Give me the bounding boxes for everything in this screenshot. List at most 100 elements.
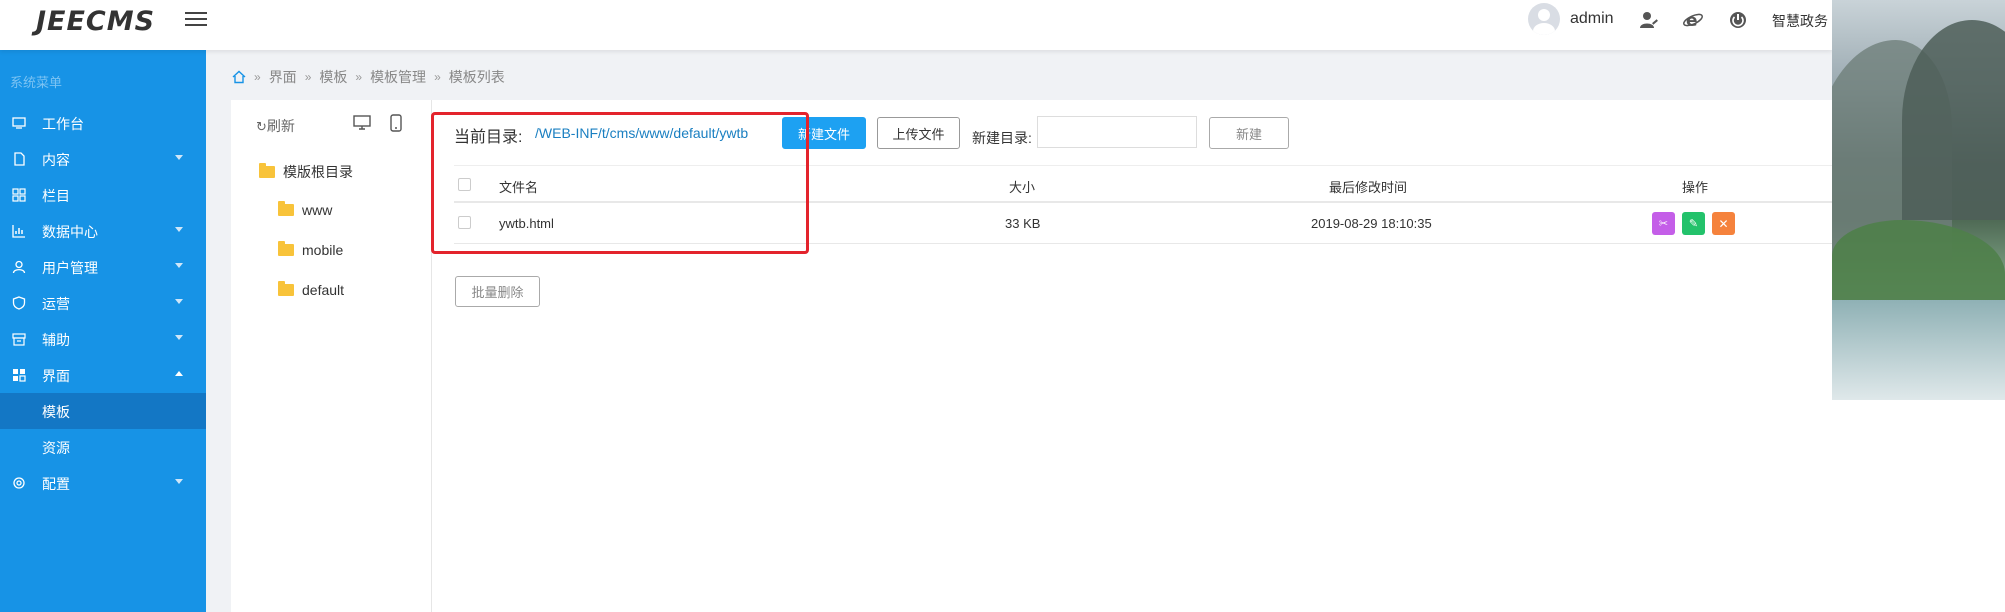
- breadcrumb-item[interactable]: 模板: [319, 67, 347, 87]
- monitor-icon: [12, 117, 26, 129]
- file-name[interactable]: ywtb.html: [499, 216, 554, 231]
- refresh-button[interactable]: ↻刷新: [256, 116, 295, 136]
- sidebar-item-label: 数据中心: [42, 224, 98, 240]
- tree-folder-label: www: [302, 202, 333, 218]
- sidebar-item-data-center[interactable]: 数据中心: [0, 213, 206, 249]
- column-header-name: 文件名: [499, 180, 539, 195]
- username[interactable]: admin: [1570, 10, 1614, 28]
- box-icon: [12, 333, 26, 346]
- table-header: 文件名 大小 最后修改时间 操作: [454, 165, 1832, 203]
- top-header: JEECMS admin e 智慧政务: [0, 0, 1832, 50]
- tree-root-label: 模版根目录: [283, 164, 353, 180]
- home-icon[interactable]: [232, 70, 246, 84]
- row-checkbox[interactable]: [458, 216, 471, 229]
- current-dir-path[interactable]: /WEB-INF/t/cms/www/default/ywtb: [535, 125, 748, 141]
- tree-folder-www[interactable]: www: [278, 201, 333, 218]
- desktop-view-icon[interactable]: [353, 115, 371, 131]
- chart-icon: [12, 225, 25, 238]
- sidebar-item-label: 运营: [42, 296, 70, 312]
- breadcrumb: » 界面 » 模板 » 模板管理 » 模板列表: [232, 67, 505, 87]
- breadcrumb-item[interactable]: 模板管理: [370, 67, 426, 87]
- svg-text:e: e: [1686, 11, 1698, 31]
- document-icon: [14, 152, 25, 166]
- shield-icon: [12, 296, 26, 310]
- sidebar-item-label: 内容: [42, 152, 70, 168]
- site-name[interactable]: 智慧政务: [1772, 11, 1828, 31]
- file-size: 33 KB: [1005, 216, 1041, 231]
- folder-icon: [278, 201, 294, 216]
- chevron-down-icon: [175, 263, 183, 268]
- create-dir-button[interactable]: 新建: [1209, 117, 1289, 149]
- sidebar-item-template[interactable]: 模板: [0, 393, 206, 429]
- grid-icon: [12, 188, 26, 202]
- chevron-up-icon: [175, 371, 183, 376]
- chevron-down-icon: [175, 335, 183, 340]
- user-icon: [12, 260, 26, 274]
- column-header-size: 大小: [1009, 180, 1036, 195]
- layout-icon: [13, 369, 26, 382]
- sidebar-title: 系统菜单: [10, 75, 63, 90]
- sidebar-item-label: 资源: [42, 440, 70, 456]
- menu-toggle-icon[interactable]: [185, 8, 207, 30]
- sidebar-item-operations[interactable]: 运营: [0, 285, 206, 321]
- sidebar-item-workbench[interactable]: 工作台: [0, 105, 206, 141]
- new-dir-input[interactable]: [1037, 116, 1197, 148]
- breadcrumb-item[interactable]: 界面: [269, 67, 297, 87]
- chevron-down-icon: [175, 155, 183, 160]
- tree-folder-label: default: [302, 282, 345, 298]
- landscape-image: [1832, 0, 2005, 400]
- sidebar-item-columns[interactable]: 栏目: [0, 177, 206, 213]
- tree-folder-default[interactable]: default: [278, 281, 345, 298]
- sidebar-item-user-management[interactable]: 用户管理: [0, 249, 206, 285]
- refresh-label: 刷新: [266, 118, 295, 134]
- breadcrumb-separator: »: [434, 70, 441, 84]
- tree-root[interactable]: 模版根目录: [259, 162, 353, 182]
- folder-icon: [278, 241, 294, 256]
- batch-delete-button[interactable]: 批量删除: [455, 276, 540, 307]
- delete-button[interactable]: ✕: [1712, 212, 1735, 235]
- current-dir-label: 当前目录:: [454, 129, 523, 146]
- rename-button[interactable]: ✂: [1652, 212, 1675, 235]
- sidebar-item-content[interactable]: 内容: [0, 141, 206, 177]
- sidebar-item-label: 栏目: [42, 188, 70, 204]
- breadcrumb-separator: »: [304, 70, 312, 84]
- sidebar-item-resources[interactable]: 资源: [0, 429, 206, 465]
- sidebar-item-auxiliary[interactable]: 辅助: [0, 321, 206, 357]
- column-header-modified: 最后修改时间: [1329, 180, 1408, 195]
- rename-icon: ✂: [1658, 218, 1669, 230]
- column-header-actions: 操作: [1682, 180, 1709, 195]
- sidebar-item-label: 界面: [42, 368, 70, 384]
- table-row: ywtb.html 33 KB 2019-08-29 18:10:35 ✂ ✎ …: [454, 204, 1832, 244]
- chevron-down-icon: [175, 299, 183, 304]
- gear-icon: [13, 477, 25, 489]
- breadcrumb-separator: »: [355, 70, 363, 84]
- tree-folder-mobile[interactable]: mobile: [278, 241, 344, 258]
- sidebar-item-config[interactable]: 配置: [0, 465, 206, 501]
- close-icon: ✕: [1718, 216, 1729, 231]
- power-icon[interactable]: [1727, 9, 1749, 31]
- sidebar-item-label: 工作台: [42, 116, 84, 132]
- browser-icon[interactable]: e: [1682, 9, 1704, 31]
- breadcrumb-item: 模板列表: [448, 69, 505, 85]
- select-all-checkbox[interactable]: [458, 178, 471, 191]
- sidebar-item-label: 用户管理: [42, 260, 98, 276]
- file-modified: 2019-08-29 18:10:35: [1311, 216, 1432, 231]
- new-file-button[interactable]: 新建文件: [782, 117, 866, 149]
- folder-open-icon: [259, 163, 275, 178]
- avatar[interactable]: [1528, 3, 1560, 35]
- edit-button[interactable]: ✎: [1682, 212, 1705, 235]
- folder-icon: [278, 281, 294, 296]
- refresh-icon: ↻: [256, 119, 267, 134]
- upload-file-button[interactable]: 上传文件: [877, 117, 960, 149]
- sidebar-item-label: 模板: [42, 404, 70, 420]
- pencil-icon: ✎: [1688, 218, 1699, 230]
- app-logo[interactable]: JEECMS: [36, 6, 155, 37]
- user-tool-icon[interactable]: [1638, 9, 1660, 31]
- chevron-down-icon: [175, 227, 183, 232]
- new-dir-label: 新建目录:: [972, 130, 1032, 146]
- breadcrumb-separator: »: [254, 70, 261, 84]
- sidebar-item-label: 配置: [42, 476, 70, 492]
- sidebar-item-interface[interactable]: 界面: [0, 357, 206, 393]
- tree-folder-label: mobile: [302, 242, 344, 258]
- mobile-view-icon[interactable]: [390, 114, 402, 132]
